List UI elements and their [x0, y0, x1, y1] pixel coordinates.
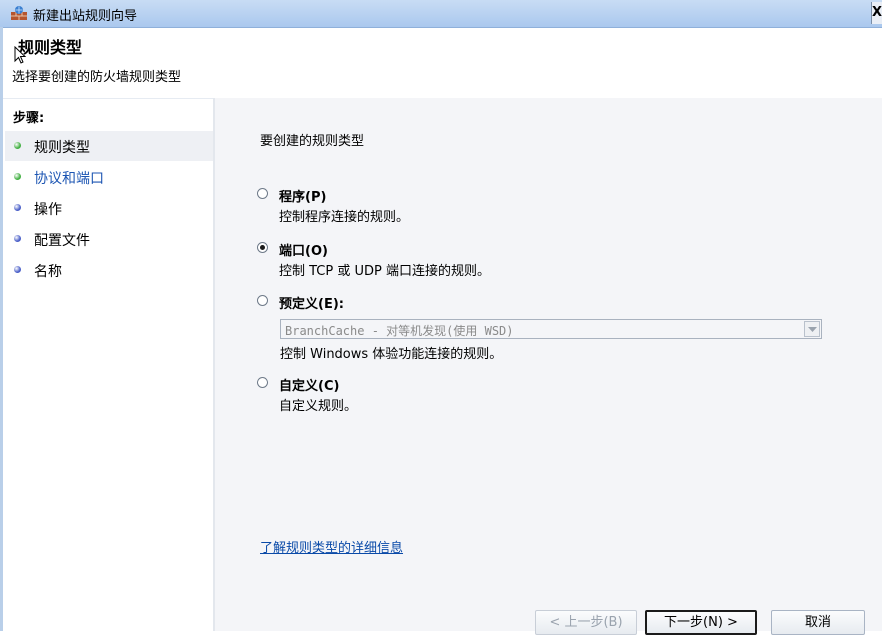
content-pane: 要创建的规则类型 程序(P) 控制程序连接的规则。 端口(O) 控制 TCP 或…	[215, 98, 882, 635]
radio-predefined[interactable]	[257, 295, 268, 306]
step-status-dot-icon	[14, 266, 21, 273]
steps-pane: 步骤: 规则类型协议和端口操作配置文件名称	[3, 98, 213, 632]
mouse-cursor-icon	[14, 46, 27, 64]
step-status-dot-icon	[14, 235, 21, 242]
step-item: 配置文件	[5, 224, 213, 254]
rule-type-question: 要创建的规则类型	[260, 134, 365, 149]
step-item: 操作	[5, 193, 213, 223]
close-icon: X	[872, 5, 882, 20]
radio-port[interactable]	[257, 242, 268, 253]
radio-custom[interactable]	[257, 377, 268, 388]
option-title: 端口(O)	[279, 244, 328, 259]
radio-program[interactable]	[257, 188, 268, 199]
option-description: 控制程序连接的规则。	[279, 210, 410, 225]
option-title: 预定义(E):	[279, 297, 344, 312]
title-bar[interactable]: 新建出站规则向导 X	[0, 0, 882, 28]
steps-heading: 步骤:	[13, 111, 45, 126]
step-label: 配置文件	[34, 233, 90, 249]
step-label: 协议和端口	[34, 171, 104, 187]
chevron-down-icon[interactable]	[804, 321, 820, 337]
option-description: 自定义规则。	[279, 399, 358, 414]
option-title: 程序(P)	[279, 190, 327, 205]
option-description: 控制 TCP 或 UDP 端口连接的规则。	[279, 264, 490, 279]
option-title: 自定义(C)	[279, 379, 340, 394]
predefined-description: 控制 Windows 体验功能连接的规则。	[280, 347, 503, 362]
page-subtitle: 选择要创建的防火墙规则类型	[12, 70, 182, 85]
close-button[interactable]: X	[871, 2, 882, 24]
back-button[interactable]: < 上一步(B)	[535, 610, 637, 635]
step-label: 操作	[34, 202, 62, 218]
step-status-dot-icon	[14, 142, 21, 149]
step-item: 协议和端口	[5, 162, 213, 192]
next-button[interactable]: 下一步(N) >	[645, 610, 757, 635]
predefined-select[interactable]: BranchCache - 对等机发现(使用 WSD)	[280, 319, 822, 339]
predefined-select-value: BranchCache - 对等机发现(使用 WSD)	[285, 324, 514, 338]
step-item: 名称	[5, 255, 213, 285]
firewall-wall-icon	[10, 5, 28, 21]
step-label: 名称	[34, 264, 62, 280]
learn-more-link[interactable]: 了解规则类型的详细信息	[260, 537, 403, 556]
step-item: 规则类型	[5, 131, 213, 161]
window-title: 新建出站规则向导	[33, 9, 138, 24]
cancel-button[interactable]: 取消	[771, 610, 865, 635]
step-label: 规则类型	[34, 140, 90, 156]
wizard-header: 规则类型 选择要创建的防火墙规则类型	[12, 30, 872, 96]
step-status-dot-icon	[14, 204, 21, 211]
step-status-dot-icon	[14, 173, 21, 180]
